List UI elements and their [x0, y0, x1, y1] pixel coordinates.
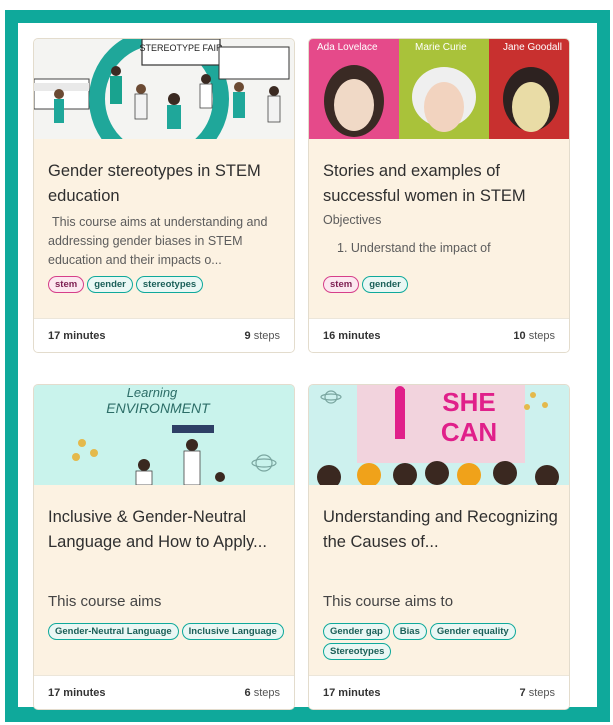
tag[interactable]: stereotypes: [135, 276, 204, 293]
steps-label: steps: [528, 330, 555, 342]
portrait-name: Jane Goodall: [503, 42, 562, 53]
tag-list: Gender-Neutral Language Inclusive Langua…: [48, 623, 284, 640]
course-footer: 17 minutes 9 steps: [34, 318, 294, 352]
steps-count: 6: [244, 687, 251, 699]
steps-label: steps: [253, 687, 280, 699]
course-description: Objectives 1. Understand the impact of: [323, 211, 555, 271]
course-title[interactable]: Stories and examples of successful women…: [323, 159, 559, 209]
tag[interactable]: stem: [323, 276, 360, 293]
tag[interactable]: Bias: [392, 623, 427, 640]
steps-count: 7: [519, 687, 526, 699]
course-thumbnail: Ada Lovelace Marie Curie Jane Goodall: [309, 39, 569, 139]
course-thumbnail: Learning ENVIRONMENT: [34, 385, 294, 485]
sign-text: STEREOTYPE FAIR: [139, 43, 223, 53]
course-card[interactable]: STEREOTYPE FAIR Gender stereotypes in ST…: [33, 38, 295, 353]
tag-list: stem gender stereotypes: [48, 276, 284, 293]
steps-count: 9: [244, 330, 251, 342]
portrait-name: Marie Curie: [415, 42, 467, 53]
course-card[interactable]: Learning ENVIRONMENT Inclusive & Gender-…: [33, 384, 295, 710]
course-footer: 17 minutes 7 steps: [309, 675, 569, 709]
course-grid: STEREOTYPE FAIR Gender stereotypes in ST…: [18, 23, 597, 710]
course-steps: 6 steps: [245, 687, 280, 699]
tag[interactable]: gender: [362, 276, 408, 293]
image-text: Learning: [127, 385, 178, 400]
portrait-name: Ada Lovelace: [317, 42, 378, 53]
course-steps: 10 steps: [513, 330, 555, 342]
course-steps: 7 steps: [520, 687, 555, 699]
steps-label: steps: [253, 330, 280, 342]
course-card[interactable]: SHE CAN Understanding and Recognizing th…: [308, 384, 570, 710]
objectives-heading: Objectives: [323, 213, 382, 227]
course-duration: 16 minutes: [323, 330, 381, 342]
tag[interactable]: gender: [87, 276, 133, 293]
course-title[interactable]: Gender stereotypes in STEM education: [48, 159, 284, 209]
course-thumbnail: STEREOTYPE FAIR: [34, 39, 294, 139]
course-duration: 17 minutes: [48, 330, 106, 342]
course-duration: 17 minutes: [48, 687, 106, 699]
tag[interactable]: Inclusive Language: [181, 623, 284, 640]
course-description: This course aims at understanding and ad…: [48, 215, 268, 267]
steps-label: steps: [528, 687, 555, 699]
tag[interactable]: stem: [48, 276, 85, 293]
image-text: SHE: [442, 387, 495, 417]
course-description: This course aims: [48, 593, 162, 610]
tag-list: Gender gap Bias Gender equality Stereoty…: [323, 623, 559, 660]
tag-list: stem gender: [323, 276, 559, 293]
course-grid-frame: STEREOTYPE FAIR Gender stereotypes in ST…: [5, 10, 610, 722]
course-footer: 16 minutes 10 steps: [309, 318, 569, 352]
tag[interactable]: Gender equality: [429, 623, 516, 640]
steps-count: 10: [513, 330, 526, 342]
course-steps: 9 steps: [245, 330, 280, 342]
course-footer: 17 minutes 6 steps: [34, 675, 294, 709]
course-thumbnail: SHE CAN: [309, 385, 569, 485]
course-duration: 17 minutes: [323, 687, 381, 699]
image-text: ENVIRONMENT: [106, 400, 211, 416]
course-card[interactable]: Ada Lovelace Marie Curie Jane Goodall St…: [308, 38, 570, 353]
course-title[interactable]: Understanding and Recognizing the Causes…: [323, 505, 559, 555]
image-text: CAN: [441, 417, 497, 447]
tag[interactable]: Stereotypes: [323, 643, 392, 660]
course-description: This course aims to: [323, 593, 454, 610]
course-title[interactable]: Inclusive & Gender-Neutral Language and …: [48, 505, 284, 555]
objective-item: 1. Understand the impact of: [337, 241, 491, 255]
tag[interactable]: Gender-Neutral Language: [48, 623, 179, 640]
tag[interactable]: Gender gap: [323, 623, 390, 640]
